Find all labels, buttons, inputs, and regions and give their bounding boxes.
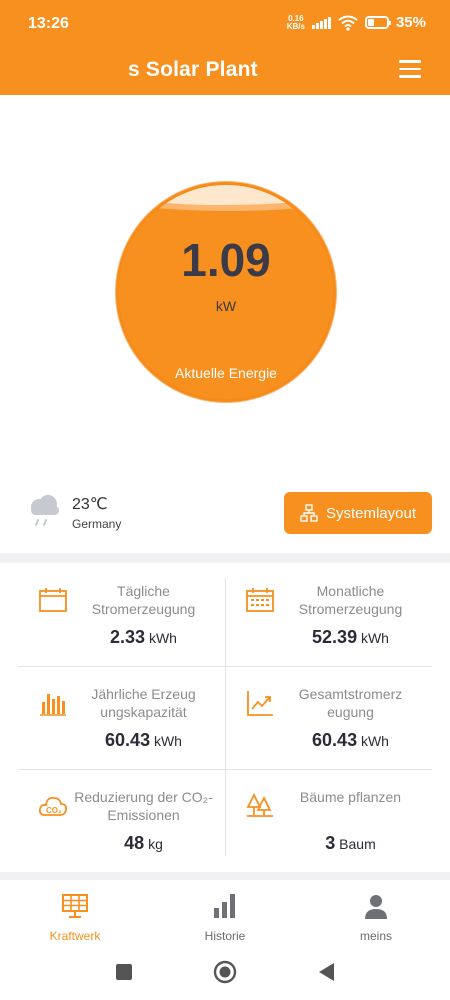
stat-total-generation: Gesamtstromerz eugung 60.43 kWh xyxy=(225,666,432,769)
stat-label: Bäume pflanzen xyxy=(299,789,402,805)
current-energy-unit: kW xyxy=(215,298,237,314)
nav-tab-historie[interactable]: Historie xyxy=(175,892,275,943)
stat-value: 60.43 kWh xyxy=(312,730,389,750)
stat-co2-reduction: CO₂ Reduzierung der CO₂-Emissionen 48 kg xyxy=(18,769,225,872)
back-icon[interactable] xyxy=(317,962,335,982)
nav-tab-meins[interactable]: meins xyxy=(326,892,426,943)
rain-cloud-icon xyxy=(31,495,59,526)
stat-value: 3 Baum xyxy=(325,833,376,853)
location: Germany xyxy=(72,517,122,531)
system-nav-bar xyxy=(0,948,450,1000)
stat-daily-generation: Tägliche Stromerzeugung 2.33 kWh xyxy=(18,563,225,666)
co2-cloud-icon: CO₂ xyxy=(38,796,68,816)
home-icon[interactable] xyxy=(213,960,237,984)
nav-label: Kraftwerk xyxy=(49,929,101,943)
stat-value: 2.33 kWh xyxy=(110,627,177,647)
stat-label: Gesamtstromerz eugung xyxy=(298,686,403,720)
recents-icon[interactable] xyxy=(115,963,133,981)
nav-label: Historie xyxy=(204,929,246,943)
stat-label: Jährliche Erzeug ungskapazität xyxy=(91,686,196,720)
stat-label: Tägliche Stromerzeugung xyxy=(91,583,196,617)
stats-grid: Tägliche Stromerzeugung 2.33 kWh Monatli… xyxy=(18,563,432,873)
stat-value: 52.39 kWh xyxy=(312,627,389,647)
bottom-nav: Kraftwerk Historie meins xyxy=(0,880,450,948)
bar-chart-icon xyxy=(214,894,235,918)
wifi-icon xyxy=(338,15,358,31)
current-energy-value: 1.09 xyxy=(181,234,271,286)
stat-value: 60.43 kWh xyxy=(105,730,182,750)
app-header: 13:26 0.16 KB/s 35% s Solar Plant xyxy=(0,0,450,95)
net-speed-unit: KB/s xyxy=(286,21,305,31)
svg-text:CO₂: CO₂ xyxy=(46,806,62,815)
nav-tab-kraftwerk[interactable]: Kraftwerk xyxy=(25,892,125,943)
battery-percent: 35% xyxy=(395,14,426,31)
calendar-day-icon xyxy=(39,588,67,612)
current-energy-label: Aktuelle Energie xyxy=(175,365,277,381)
calendar-month-icon xyxy=(246,588,274,612)
stat-label: Reduzierung der CO₂-Emissionen xyxy=(74,789,213,823)
trees-icon xyxy=(246,792,273,817)
stat-trees-planted: Bäume pflanzen 3 Baum xyxy=(225,769,432,872)
stat-yearly-capacity: Jährliche Erzeug ungskapazität 60.43 kWh xyxy=(18,666,225,769)
current-energy-gauge: 1.09 kW Aktuelle Energie xyxy=(116,182,336,402)
stat-value: 48 kg xyxy=(124,833,163,853)
app-title: s Solar Plant xyxy=(128,58,258,81)
bar-chart-icon xyxy=(40,694,66,716)
person-icon xyxy=(365,895,387,919)
net-speed: 0.16 KB/s xyxy=(286,14,305,31)
battery-icon xyxy=(364,16,391,29)
system-layout-button[interactable]: Systemlayout xyxy=(284,492,432,534)
trend-up-icon xyxy=(247,691,273,716)
stat-label: Monatliche Stromerzeugung xyxy=(298,583,403,617)
section-divider xyxy=(0,553,450,563)
status-icons: 0.16 KB/s 35% xyxy=(287,14,426,31)
section-divider xyxy=(0,872,450,880)
stat-monthly-generation: Monatliche Stromerzeugung 52.39 kWh xyxy=(225,563,432,666)
temperature: 23℃ xyxy=(72,496,108,513)
network-tree-icon xyxy=(300,504,318,522)
status-time: 13:26 xyxy=(28,15,69,32)
system-layout-label: Systemlayout xyxy=(325,504,417,522)
menu-icon[interactable] xyxy=(399,60,421,78)
solar-panel-icon xyxy=(62,894,88,918)
nav-label: meins xyxy=(359,929,392,943)
battery-fill xyxy=(367,19,374,26)
signal-icon xyxy=(311,16,331,29)
